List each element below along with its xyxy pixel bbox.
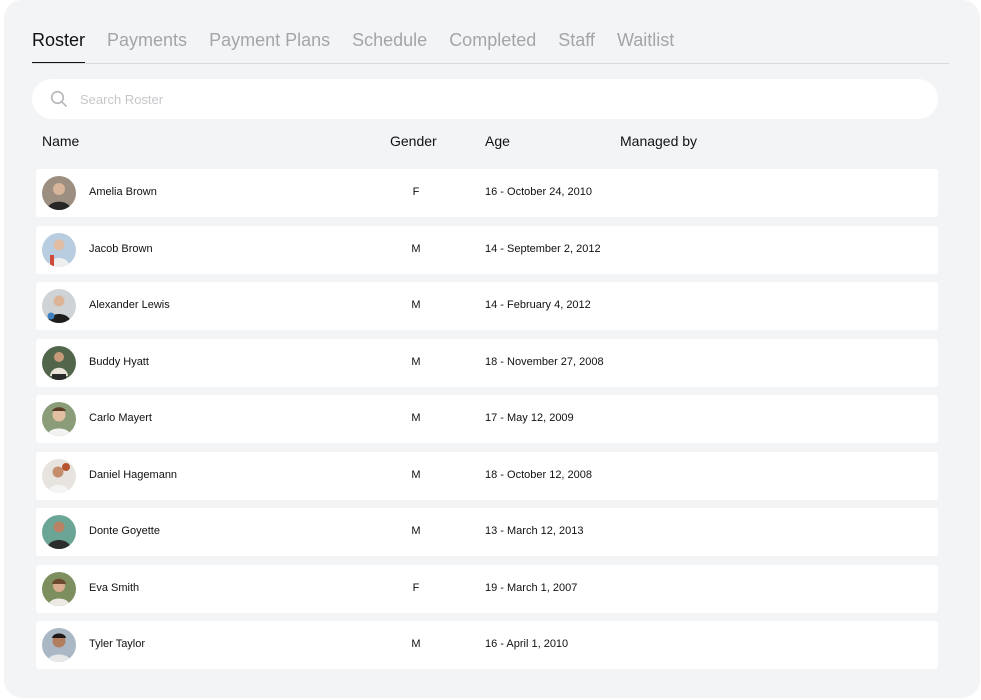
avatar <box>42 402 76 436</box>
table-row[interactable]: Jacob Brown M 14 - September 2, 2012 <box>36 225 938 274</box>
avatar <box>42 571 76 606</box>
row-age: 16 - April 1, 2010 <box>485 638 569 650</box>
row-name: Carlo Mayert <box>89 412 152 424</box>
search-bar[interactable] <box>32 79 938 119</box>
row-age: 14 - September 2, 2012 <box>485 242 601 255</box>
avatar <box>42 289 76 323</box>
row-age: 18 - October 12, 2008 <box>485 468 593 481</box>
row-name: Amelia Brown <box>89 186 157 198</box>
table-header: Name Gender Age Managed by <box>4 133 980 151</box>
tab-payments[interactable]: Payments <box>107 28 187 65</box>
row-gender: M <box>411 242 421 255</box>
table-row[interactable]: Alexander Lewis M 14 - February 4, 2012 <box>36 282 938 330</box>
tab-waitlist[interactable]: Waitlist <box>617 28 674 65</box>
column-header-gender[interactable]: Gender <box>390 133 437 149</box>
row-name: Alexander Lewis <box>89 299 170 311</box>
row-age: 16 - October 24, 2010 <box>485 186 593 198</box>
table-row[interactable]: Eva Smith F 19 - March 1, 2007 <box>36 564 938 613</box>
row-gender: M <box>411 299 421 311</box>
tab-payment-plans[interactable]: Payment Plans <box>209 28 330 65</box>
row-gender: M <box>411 638 421 650</box>
tab-roster[interactable]: Roster <box>32 28 86 65</box>
table-row[interactable]: Buddy Hyatt M 18 - November 27, 2008 <box>36 338 938 387</box>
roster-panel: Roster Payments Payment Plans Schedule C… <box>4 0 980 698</box>
row-gender: F <box>412 186 420 198</box>
row-name: Eva Smith <box>89 581 140 594</box>
avatar <box>42 176 76 210</box>
search-input[interactable] <box>80 91 880 107</box>
tab-completed[interactable]: Completed <box>449 28 536 65</box>
avatar <box>42 458 76 493</box>
table-row[interactable]: Daniel Hagemann M 18 - October 12, 2008 <box>36 451 938 500</box>
table-row[interactable]: Carlo Mayert M 17 - May 12, 2009 <box>36 395 938 443</box>
row-gender: F <box>412 581 420 594</box>
avatar <box>42 515 76 549</box>
row-age: 14 - February 4, 2012 <box>485 299 591 311</box>
row-gender: M <box>411 412 421 424</box>
row-gender: M <box>411 355 421 368</box>
row-name: Tyler Taylor <box>89 638 146 650</box>
tab-staff[interactable]: Staff <box>558 28 595 65</box>
tab-schedule[interactable]: Schedule <box>352 28 427 65</box>
table-row[interactable]: Tyler Taylor M 16 - April 1, 2010 <box>36 621 938 669</box>
row-age: 13 - March 12, 2013 <box>485 525 584 537</box>
column-header-name[interactable]: Name <box>42 133 79 149</box>
row-age: 19 - March 1, 2007 <box>485 581 578 594</box>
row-gender: M <box>411 468 421 481</box>
tab-bar: Roster Payments Payment Plans Schedule C… <box>32 28 696 65</box>
roster-list: Amelia Brown F 16 - October 24, 2010 Jac… <box>36 169 938 678</box>
table-row[interactable]: Amelia Brown F 16 - October 24, 2010 <box>36 169 938 217</box>
row-gender: M <box>411 525 421 537</box>
avatar <box>42 628 76 662</box>
column-header-age[interactable]: Age <box>485 133 510 149</box>
row-name: Jacob Brown <box>89 242 153 255</box>
row-name: Buddy Hyatt <box>89 355 149 368</box>
avatar <box>42 232 76 267</box>
row-name: Donte Goyette <box>89 525 160 537</box>
row-age: 18 - November 27, 2008 <box>485 355 604 368</box>
search-icon <box>50 90 68 108</box>
row-name: Daniel Hagemann <box>89 468 178 481</box>
table-row[interactable]: Donte Goyette M 13 - March 12, 2013 <box>36 508 938 556</box>
avatar <box>42 345 76 380</box>
row-age: 17 - May 12, 2009 <box>485 412 574 424</box>
tab-divider <box>32 63 949 64</box>
column-header-managed-by[interactable]: Managed by <box>620 133 697 149</box>
